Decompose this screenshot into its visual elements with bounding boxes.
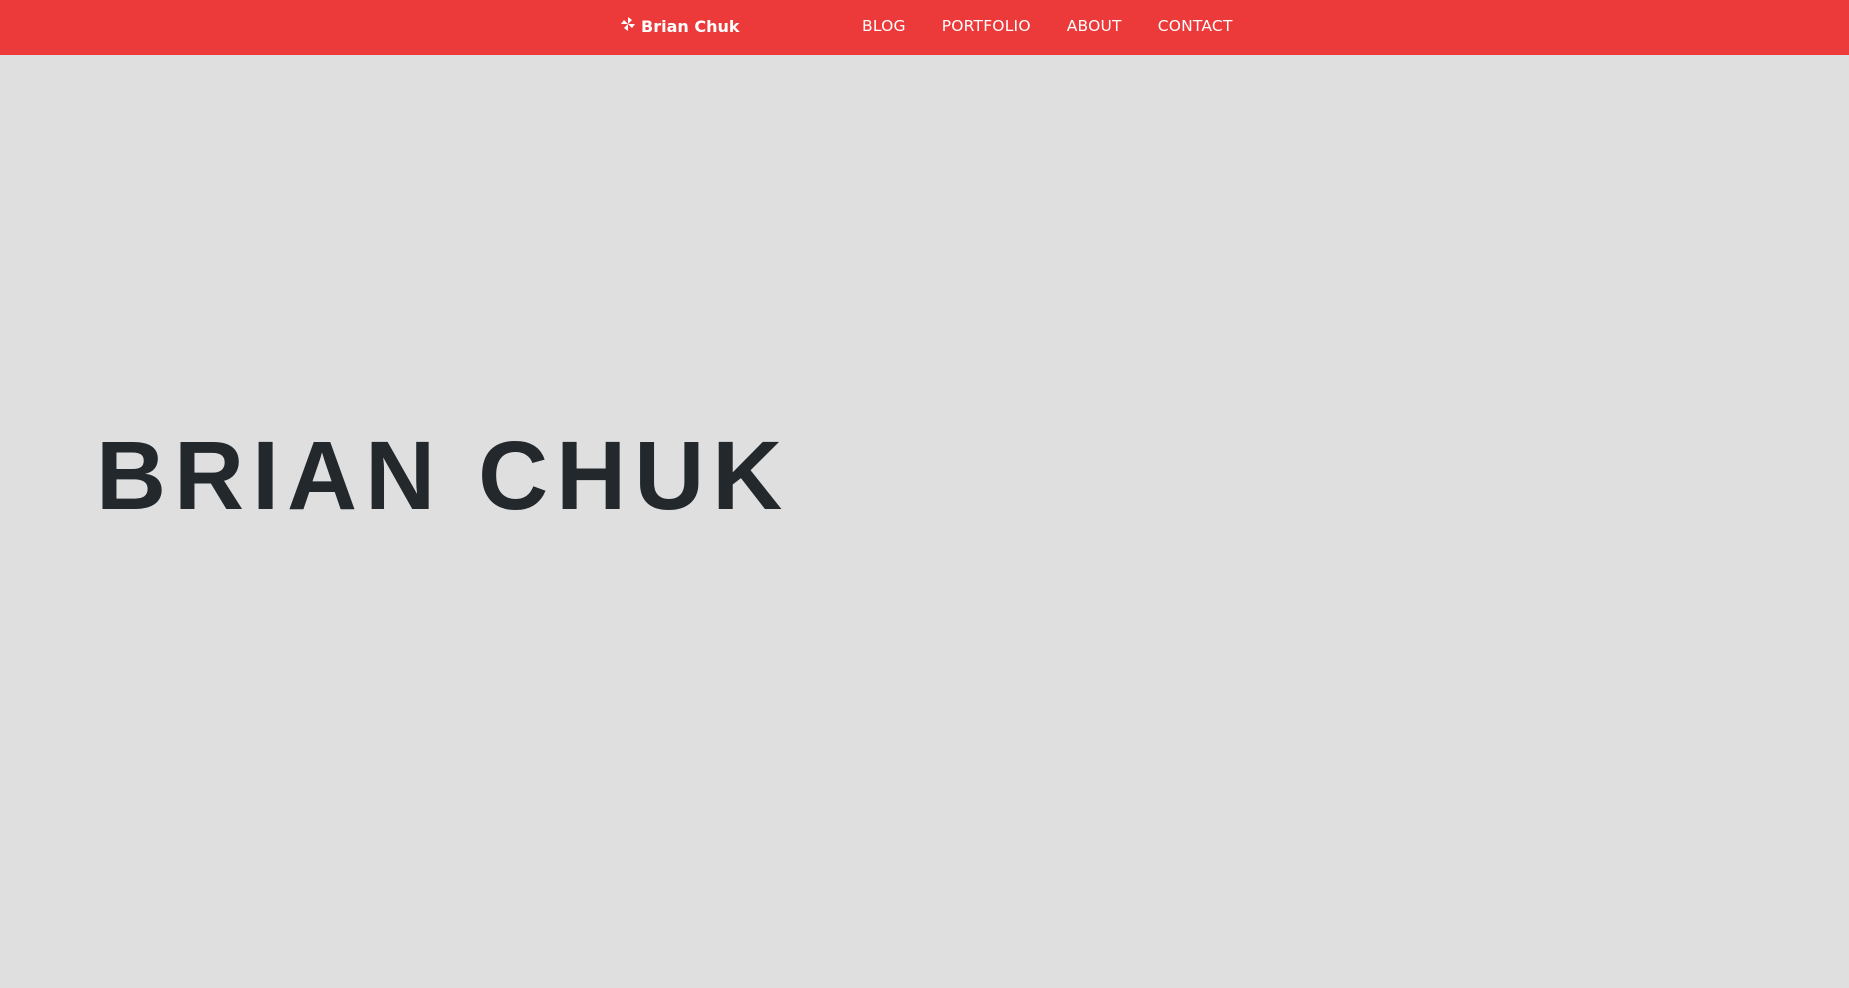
nav-link-portfolio[interactable]: PORTFOLIO xyxy=(942,17,1031,35)
hero-section: BRIAN CHUK xyxy=(0,55,1849,988)
nav-link-contact[interactable]: CONTACT xyxy=(1158,17,1233,35)
top-navbar: Brian Chuk BLOG PORTFOLIO ABOUT CONTACT xyxy=(0,0,1849,55)
nav-link-blog[interactable]: BLOG xyxy=(862,17,906,35)
nav-link-about[interactable]: ABOUT xyxy=(1067,17,1122,35)
brand-link[interactable]: Brian Chuk xyxy=(620,0,740,52)
brand-label: Brian Chuk xyxy=(641,16,740,36)
hero-title: BRIAN CHUK xyxy=(96,421,791,530)
nav-links: BLOG PORTFOLIO ABOUT CONTACT xyxy=(862,0,1269,52)
pinwheel-icon xyxy=(620,16,636,32)
